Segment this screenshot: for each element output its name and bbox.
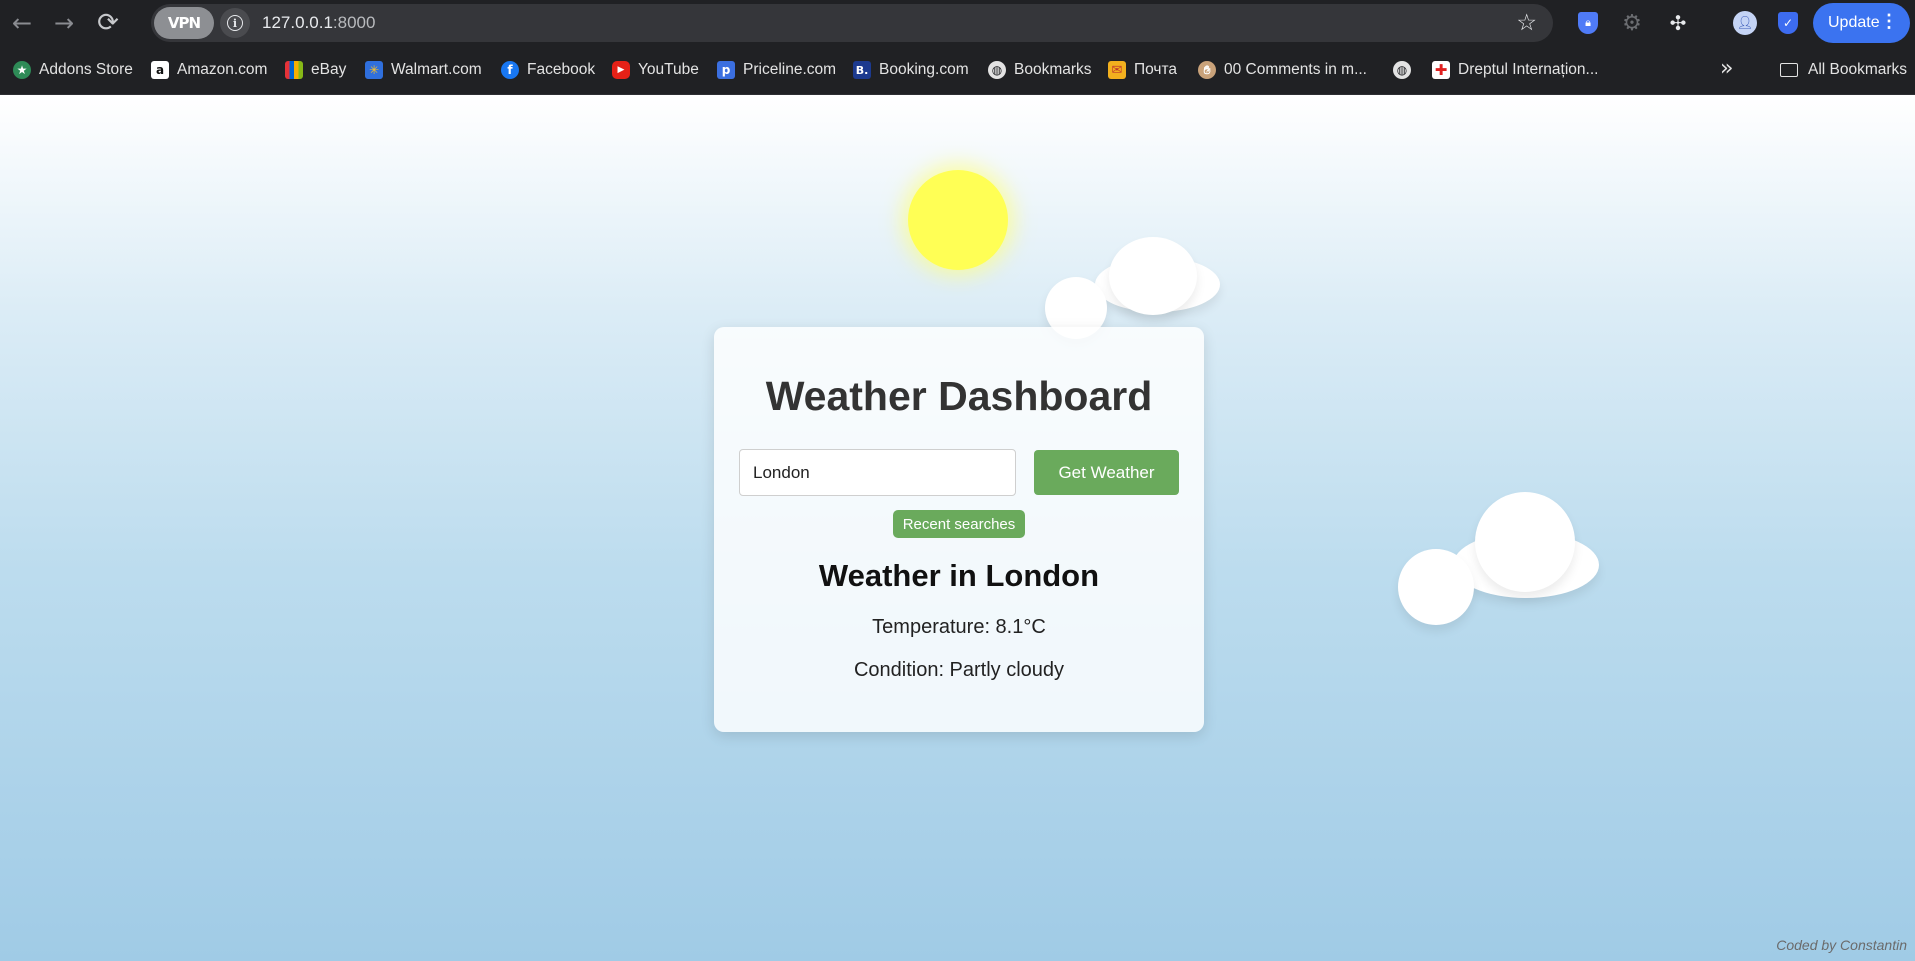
bookmark-facebook[interactable]: f Facebook	[501, 58, 595, 82]
url-text[interactable]: 127.0.0.1:8000	[262, 13, 375, 33]
red-cross-icon: ✚	[1432, 61, 1450, 79]
browser-toolbar: ← → ⟳ VPN i 127.0.0.1:8000 ☆ 🔒︎ ⚙ ✣ 👤︎ ✓…	[0, 0, 1915, 46]
all-bookmarks-label: All Bookmarks	[1808, 61, 1908, 78]
hand-icon: ✋︎	[1198, 61, 1216, 79]
mail-icon: ✉	[1108, 61, 1126, 79]
city-input[interactable]	[739, 449, 1016, 496]
walmart-icon: ✳	[365, 61, 383, 79]
bookmark-bookmarks-folder[interactable]: ◍ Bookmarks	[988, 58, 1092, 82]
bookmark-label: Amazon.com	[177, 61, 268, 78]
cloud-decoration	[1398, 492, 1603, 625]
bookmark-addons-store[interactable]: ★ Addons Store	[13, 58, 133, 82]
all-bookmarks-button[interactable]: All Bookmarks	[1780, 58, 1907, 82]
vpn-off-icon[interactable]: VPN	[154, 7, 214, 39]
sun-decoration	[908, 170, 1008, 270]
bookmark-label: eBay	[311, 61, 347, 78]
url-port: :8000	[332, 13, 376, 32]
extensions-puzzle-icon[interactable]: ✣	[1666, 11, 1690, 35]
condition-text: Condition: Partly cloudy	[853, 659, 1065, 681]
reload-icon[interactable]: ⟳	[86, 0, 130, 46]
update-button[interactable]: Update ⋮	[1813, 3, 1910, 43]
address-bar[interactable]: VPN i 127.0.0.1:8000 ☆	[151, 4, 1553, 42]
ebay-icon	[285, 61, 303, 79]
globe-icon: ◍	[1393, 61, 1411, 79]
password-manager-icon[interactable]: 🔒︎	[1576, 11, 1600, 35]
bookmark-mail[interactable]: ✉ Почта	[1108, 58, 1177, 82]
page-title: Weather Dashboard	[765, 373, 1153, 419]
youtube-icon: ▶	[612, 61, 630, 79]
bookmark-label: Facebook	[527, 61, 596, 78]
facebook-icon: f	[501, 61, 519, 79]
bookmark-label: YouTube	[638, 61, 699, 78]
booking-icon: B.	[853, 61, 871, 79]
bookmark-label: Bookmarks	[1014, 61, 1092, 78]
more-menu-icon[interactable]: ⋮	[1880, 11, 1898, 32]
bookmark-label: Walmart.com	[391, 61, 482, 78]
bookmark-globe[interactable]: ◍	[1393, 58, 1419, 82]
get-weather-button[interactable]: Get Weather	[1034, 450, 1179, 495]
bookmark-booking[interactable]: B. Booking.com	[853, 58, 969, 82]
recent-searches-button[interactable]: Recent searches	[893, 510, 1025, 538]
credit-text: Coded by Constantin	[1776, 937, 1907, 953]
bookmark-priceline[interactable]: p Priceline.com	[717, 58, 836, 82]
weather-card: Weather Dashboard Get Weather Recent sea…	[714, 327, 1204, 732]
bookmark-label: Priceline.com	[743, 61, 837, 78]
weather-heading: Weather in London	[818, 558, 1100, 593]
bookmark-comments[interactable]: ✋︎ 00 Comments in m...	[1198, 58, 1367, 82]
bookmark-label: Почта	[1134, 61, 1178, 78]
bookmark-label: 00 Comments in m...	[1224, 61, 1367, 78]
url-host: 127.0.0.1	[262, 13, 333, 32]
bookmark-ebay[interactable]: eBay	[285, 58, 346, 82]
globe-icon: ◍	[988, 61, 1006, 79]
priceline-icon: p	[717, 61, 735, 79]
bookmarks-bar: ★ Addons Store a Amazon.com eBay ✳ Walma…	[0, 46, 1915, 95]
bookmark-label: Booking.com	[879, 61, 969, 78]
page-viewport: Weather Dashboard Get Weather Recent sea…	[0, 96, 1915, 961]
bookmark-walmart[interactable]: ✳ Walmart.com	[365, 58, 482, 82]
forward-arrow-icon[interactable]: →	[42, 0, 86, 46]
bookmark-amazon[interactable]: a Amazon.com	[151, 58, 267, 82]
bookmark-dreptul[interactable]: ✚ Dreptul Internațion...	[1432, 58, 1598, 82]
addons-store-icon: ★	[13, 61, 31, 79]
back-arrow-icon[interactable]: ←	[0, 0, 44, 46]
security-shield-icon[interactable]: ✓	[1776, 11, 1800, 35]
more-bookmarks-chevron-icon[interactable]: »	[1720, 56, 1733, 81]
temperature-text: Temperature: 8.1°C	[872, 616, 1046, 638]
bookmark-label: Addons Store	[39, 61, 133, 78]
update-label: Update	[1828, 14, 1880, 31]
folder-icon	[1780, 63, 1798, 77]
amazon-icon: a	[151, 61, 169, 79]
bookmark-star-icon[interactable]: ☆	[1516, 10, 1537, 36]
site-info-icon[interactable]: i	[220, 8, 250, 38]
bookmark-youtube[interactable]: ▶ YouTube	[612, 58, 699, 82]
bookmark-label: Dreptul Internațion...	[1458, 61, 1599, 78]
cloud-decoration	[1045, 237, 1220, 339]
extension-gear-icon[interactable]: ⚙	[1620, 11, 1644, 36]
profile-avatar-icon[interactable]: 👤︎	[1733, 11, 1757, 35]
